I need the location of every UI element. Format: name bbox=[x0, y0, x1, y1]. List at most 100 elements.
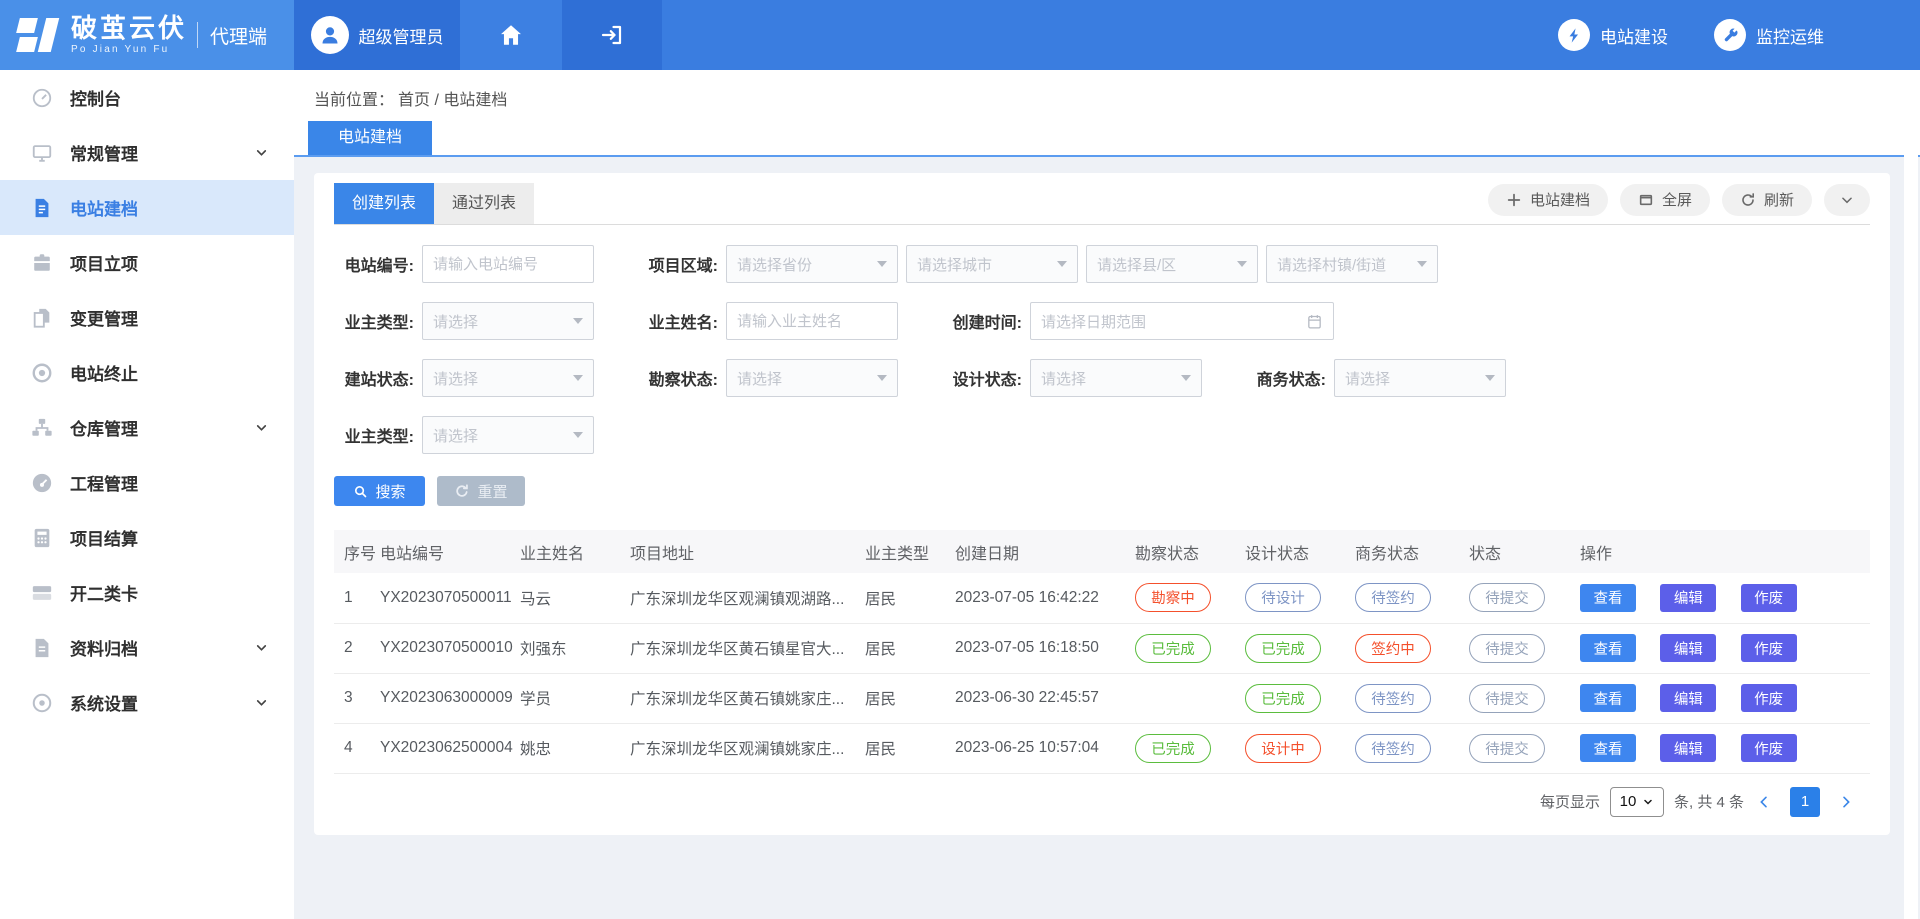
edit-button[interactable]: 编辑 bbox=[1660, 684, 1716, 712]
briefcase-icon bbox=[30, 251, 54, 275]
brand: 破茧云伏 Po Jian Yun Fu 代理端 bbox=[0, 0, 294, 70]
logout-button[interactable] bbox=[562, 0, 662, 70]
cell-created: 2023-06-30 22:45:57 bbox=[955, 673, 1135, 723]
county-select[interactable]: 请选择县/区 bbox=[1086, 245, 1258, 283]
nav-label: 电站建设 bbox=[1600, 23, 1668, 48]
owner-name-input[interactable] bbox=[726, 302, 898, 340]
sidebar-item-project-initiation[interactable]: 项目立项 bbox=[0, 235, 294, 290]
search-button[interactable]: 搜索 bbox=[334, 476, 425, 506]
field-label: 建站状态: bbox=[334, 366, 414, 390]
page-number-button[interactable]: 1 bbox=[1790, 787, 1820, 817]
cell-type: 居民 bbox=[865, 573, 955, 623]
cell-seq: 4 bbox=[334, 723, 380, 773]
view-button[interactable]: 查看 bbox=[1580, 684, 1636, 712]
main-content: 当前位置：首页 / 电站建档 电站建档 创建列表 通过列表 电站建档 全屏 刷新 bbox=[294, 70, 1920, 919]
edit-button[interactable]: 编辑 bbox=[1660, 584, 1716, 612]
station-code-input[interactable] bbox=[422, 245, 594, 283]
sidebar-item-warehouse-mgmt[interactable]: 仓库管理 bbox=[0, 400, 294, 455]
nav-station-build[interactable]: 电站建设 bbox=[1558, 19, 1668, 51]
page-header: 当前位置：首页 / 电站建档 电站建档 bbox=[294, 70, 1920, 157]
survey-status-badge: 勘察中 bbox=[1135, 583, 1211, 612]
reset-button[interactable]: 重置 bbox=[437, 476, 525, 506]
business-status-badge: 待签约 bbox=[1355, 734, 1431, 763]
sidebar-item-general-mgmt[interactable]: 常规管理 bbox=[0, 125, 294, 180]
sidebar-item-data-archive[interactable]: 资料归档 bbox=[0, 620, 294, 675]
edit-button[interactable]: 编辑 bbox=[1660, 734, 1716, 762]
select-placeholder: 请选择 bbox=[433, 311, 478, 332]
breadcrumb-path[interactable]: 首页 / 电站建档 bbox=[398, 92, 507, 109]
search-icon bbox=[353, 484, 368, 499]
select-placeholder: 请选择 bbox=[1345, 368, 1390, 389]
design-status-badge: 设计中 bbox=[1245, 734, 1321, 763]
fullscreen-button[interactable]: 全屏 bbox=[1620, 184, 1710, 216]
design-status-select[interactable]: 请选择 bbox=[1030, 359, 1202, 397]
status-badge: 待提交 bbox=[1469, 684, 1545, 713]
refresh-button[interactable]: 刷新 bbox=[1722, 184, 1812, 216]
void-button[interactable]: 作废 bbox=[1741, 634, 1797, 662]
view-button[interactable]: 查看 bbox=[1580, 734, 1636, 762]
survey-status-select[interactable]: 请选择 bbox=[726, 359, 898, 397]
edit-button[interactable]: 编辑 bbox=[1660, 634, 1716, 662]
scrollbar[interactable] bbox=[1904, 70, 1918, 919]
cell-survey-empty bbox=[1135, 673, 1245, 723]
sidebar-item-engineering-mgmt[interactable]: 工程管理 bbox=[0, 455, 294, 510]
build-status-select[interactable]: 请选择 bbox=[422, 359, 594, 397]
pagination: 每页显示 10 条, 共 4 条 1 bbox=[334, 787, 1870, 817]
card-icon bbox=[30, 581, 54, 605]
prev-page-button[interactable] bbox=[1754, 794, 1774, 810]
next-page-button[interactable] bbox=[1836, 794, 1856, 810]
copy-icon bbox=[30, 306, 54, 330]
toolbar: 电站建档 全屏 刷新 bbox=[1488, 184, 1870, 224]
owner-type-select[interactable]: 请选择 bbox=[422, 302, 594, 340]
view-button[interactable]: 查看 bbox=[1580, 584, 1636, 612]
town-select[interactable]: 请选择村镇/街道 bbox=[1266, 245, 1438, 283]
province-select[interactable]: 请选择省份 bbox=[726, 245, 898, 283]
void-button[interactable]: 作废 bbox=[1741, 584, 1797, 612]
sidebar-item-label: 电站终止 bbox=[70, 360, 138, 385]
total-count-label: 条, 共 4 条 bbox=[1674, 791, 1744, 812]
page-tab-station-archive[interactable]: 电站建档 bbox=[308, 121, 432, 155]
table-row: 3 YX2023063000009 学员 广东深圳龙华区黄石镇姚家庄... 居民… bbox=[334, 673, 1870, 723]
business-status-select[interactable]: 请选择 bbox=[1334, 359, 1506, 397]
sidebar-item-system-settings[interactable]: 系统设置 bbox=[0, 675, 294, 730]
create-time-range-input[interactable]: 请选择日期范围 bbox=[1030, 302, 1334, 340]
nav-monitor-ops[interactable]: 监控运维 bbox=[1714, 19, 1824, 51]
sidebar-item-label: 仓库管理 bbox=[70, 415, 138, 440]
per-page-select[interactable]: 10 bbox=[1610, 787, 1664, 817]
chevron-left-icon bbox=[1756, 794, 1772, 810]
refresh-label: 刷新 bbox=[1764, 189, 1794, 210]
cell-owner: 刘强东 bbox=[520, 623, 630, 673]
sidebar-item-station-archive[interactable]: 电站建档 bbox=[0, 180, 294, 235]
cell-seq: 3 bbox=[334, 673, 380, 723]
col-seq: 序号 bbox=[334, 530, 380, 573]
gauge-icon bbox=[30, 471, 54, 495]
sidebar-item-label: 控制台 bbox=[70, 85, 121, 110]
void-button[interactable]: 作废 bbox=[1741, 734, 1797, 762]
user-menu[interactable]: 超级管理员 bbox=[294, 0, 460, 70]
status-badge: 待提交 bbox=[1469, 583, 1545, 612]
search-label: 搜索 bbox=[375, 481, 405, 502]
date-placeholder: 请选择日期范围 bbox=[1041, 311, 1146, 332]
home-button[interactable] bbox=[460, 0, 562, 70]
sidebar-item-station-termination[interactable]: 电站终止 bbox=[0, 345, 294, 400]
sidebar-item-project-settlement[interactable]: 项目结算 bbox=[0, 510, 294, 565]
field-label: 项目区域: bbox=[638, 252, 718, 276]
view-button[interactable]: 查看 bbox=[1580, 634, 1636, 662]
tab-create-list[interactable]: 创建列表 bbox=[334, 183, 434, 224]
sidebar-item-change-mgmt[interactable]: 变更管理 bbox=[0, 290, 294, 345]
city-select[interactable]: 请选择城市 bbox=[906, 245, 1078, 283]
target-icon bbox=[30, 361, 54, 385]
owner-type2-select[interactable]: 请选择 bbox=[422, 416, 594, 454]
tab-passed-list[interactable]: 通过列表 bbox=[434, 183, 534, 224]
void-button[interactable]: 作废 bbox=[1741, 684, 1797, 712]
cell-seq: 1 bbox=[334, 573, 380, 623]
collapse-button[interactable] bbox=[1824, 184, 1870, 216]
field-label: 设计状态: bbox=[942, 366, 1022, 390]
select-placeholder: 请选择 bbox=[433, 425, 478, 446]
field-label: 商务状态: bbox=[1246, 366, 1326, 390]
sidebar-item-console[interactable]: 控制台 bbox=[0, 70, 294, 125]
sidebar-item-type2-card[interactable]: 开二类卡 bbox=[0, 565, 294, 620]
person-icon bbox=[318, 23, 342, 47]
create-station-button[interactable]: 电站建档 bbox=[1488, 184, 1608, 216]
sidebar-item-label: 变更管理 bbox=[70, 305, 138, 330]
